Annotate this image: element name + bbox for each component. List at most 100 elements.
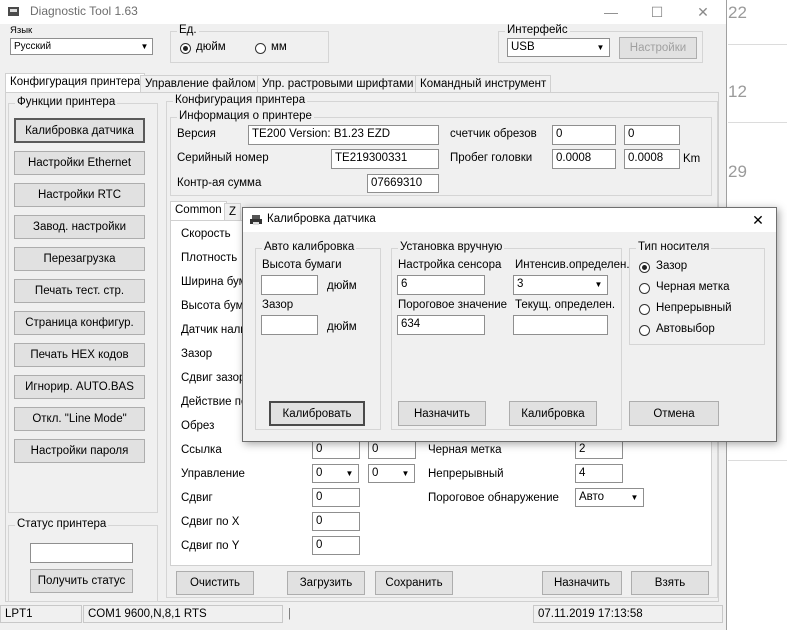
take-button[interactable]: Взять	[631, 571, 709, 595]
paper-height-field[interactable]	[261, 275, 318, 295]
assign-button[interactable]: Назначить	[542, 571, 622, 595]
shift-y-label: Сдвиг по Y	[181, 540, 240, 552]
interface-select[interactable]: USB ▼	[507, 38, 610, 57]
tab-bitmap-fonts[interactable]: Упр. растровыми шрифтами	[257, 75, 419, 93]
threshold-value-label: Пороговое значение	[398, 299, 508, 311]
tab-file-management[interactable]: Управление файлом	[140, 75, 261, 93]
media-auto-radio[interactable]	[639, 325, 650, 336]
config-page-button[interactable]: Страница конфигур.	[14, 311, 145, 335]
paper-height-label: Высота бума	[181, 300, 250, 312]
printer-status-title: Статус принтера	[15, 518, 109, 530]
dialog-title: Калибровка датчика	[267, 213, 376, 225]
tab-command-tool[interactable]: Командный инструмент	[415, 75, 552, 93]
printer-functions-title: Функции принтера	[15, 96, 118, 108]
head-mileage-unit: Km	[683, 153, 701, 165]
current-detection-label: Текущ. определен.	[515, 299, 616, 311]
current-detection-field	[513, 315, 608, 335]
units-inch-radio[interactable]	[180, 43, 191, 54]
media-continuous-label: Непрерывный	[656, 302, 732, 314]
units-label: Ед.	[177, 24, 199, 36]
chevron-down-icon[interactable]: ▼	[138, 40, 151, 53]
tab-printer-config[interactable]: Конфигурация принтера	[5, 73, 146, 93]
gap-label: Зазор	[262, 299, 294, 311]
units-inch-label: дюйм	[196, 41, 226, 53]
media-gap-label: Зазор	[656, 260, 688, 272]
print-test-page-button[interactable]: Печать тест. стр.	[14, 279, 145, 303]
sensor-setting-field[interactable]: 6	[397, 275, 485, 295]
chevron-down-icon[interactable]: ▼	[398, 466, 413, 481]
checksum-field: 07669310	[367, 174, 439, 193]
factory-settings-button[interactable]: Завод. настройки	[14, 215, 145, 239]
chevron-down-icon[interactable]: ▼	[342, 466, 357, 481]
media-gap-radio[interactable]	[639, 262, 650, 273]
maximize-button[interactable]: ☐	[634, 0, 680, 24]
background-divider	[728, 122, 787, 123]
printer-icon	[250, 215, 262, 225]
media-continuous-radio[interactable]	[639, 304, 650, 315]
gap-field[interactable]	[261, 315, 318, 335]
shift-y-field[interactable]: 0	[312, 536, 360, 555]
tab-z[interactable]: Z	[224, 203, 242, 221]
auto-calibrate-button[interactable]: Калибровать	[269, 401, 365, 426]
cancel-button[interactable]: Отмена	[629, 401, 719, 426]
rtc-settings-button[interactable]: Настройки RTC	[14, 183, 145, 207]
chevron-down-icon[interactable]: ▼	[627, 490, 642, 505]
shift-field[interactable]: 0	[312, 488, 360, 507]
get-status-button[interactable]: Получить статус	[30, 569, 133, 593]
title-bar: Diagnostic Tool 1.63 — ☐ ✕	[0, 0, 726, 24]
background-number: 12	[728, 82, 747, 101]
cutter-counter-field-2: 0	[624, 125, 680, 145]
minimize-button[interactable]: —	[588, 0, 634, 24]
close-button[interactable]: ✕	[680, 0, 726, 24]
save-button[interactable]: Сохранить	[375, 571, 453, 595]
app-icon	[8, 7, 19, 16]
control-value-2: 0	[372, 467, 379, 479]
ignore-autobas-button[interactable]: Игнорир. AUTO.BAS	[14, 375, 145, 399]
black-mark-field[interactable]: 2	[575, 440, 623, 459]
dialog-close-button[interactable]: ✕	[743, 210, 773, 230]
shift-x-field[interactable]: 0	[312, 512, 360, 531]
printer-status-field[interactable]	[30, 543, 133, 563]
load-button[interactable]: Загрузить	[287, 571, 365, 595]
units-mm-radio[interactable]	[255, 43, 266, 54]
reference-x-field[interactable]: 0	[312, 440, 360, 459]
reference-y-field[interactable]: 0	[368, 440, 416, 459]
control-select-2[interactable]: 0 ▼	[368, 464, 415, 483]
ethernet-settings-button[interactable]: Настройки Ethernet	[14, 151, 145, 175]
tab-common[interactable]: Common	[170, 201, 227, 221]
threshold-value-field[interactable]: 634	[397, 315, 485, 335]
chevron-down-icon[interactable]: ▼	[591, 277, 606, 292]
manual-calibrate-button[interactable]: Калибровка	[509, 401, 597, 426]
print-hex-button[interactable]: Печать HEX кодов	[14, 343, 145, 367]
cutter-counter-field: 0	[552, 125, 616, 145]
threshold-detection-label: Пороговое обнаружение	[428, 492, 559, 504]
intensity-value: 3	[517, 278, 524, 290]
units-group: Ед. дюйм мм	[170, 24, 329, 63]
reboot-button[interactable]: Перезагрузка	[14, 247, 145, 271]
manual-assign-button[interactable]: Назначить	[398, 401, 486, 426]
gap-label: Зазор	[181, 348, 213, 360]
shift-label: Сдвиг	[181, 492, 213, 504]
line-mode-off-button[interactable]: Откл. "Line Mode"	[14, 407, 145, 431]
clear-button[interactable]: Очистить	[176, 571, 254, 595]
dialog-title-bar: Калибровка датчика ✕	[243, 208, 776, 232]
interface-settings-button[interactable]: Настройки	[619, 37, 697, 59]
shift-x-label: Сдвиг по X	[181, 516, 240, 528]
continuous-label: Непрерывный	[428, 468, 504, 480]
chevron-down-icon[interactable]: ▼	[593, 40, 608, 55]
media-black-mark-radio[interactable]	[639, 283, 650, 294]
continuous-field[interactable]: 4	[575, 464, 623, 483]
speed-label: Скорость	[181, 228, 231, 240]
status-datetime: 07.11.2019 17:13:58	[533, 605, 723, 623]
manual-setting-title: Установка вручную	[398, 241, 505, 253]
password-settings-button[interactable]: Настройки пароля	[14, 439, 145, 463]
language-select[interactable]: Русский ▼	[10, 38, 153, 55]
head-mileage-label: Пробег головки	[450, 152, 533, 164]
checksum-label: Контр-ая сумма	[177, 177, 262, 189]
language-label: Язык	[10, 25, 33, 36]
threshold-detection-select[interactable]: Авто ▼	[575, 488, 644, 507]
control-select-1[interactable]: 0 ▼	[312, 464, 359, 483]
intensity-select[interactable]: 3 ▼	[513, 275, 608, 295]
sensor-calibration-button[interactable]: Калибровка датчика	[14, 118, 145, 143]
status-port: LPT1	[0, 605, 82, 623]
